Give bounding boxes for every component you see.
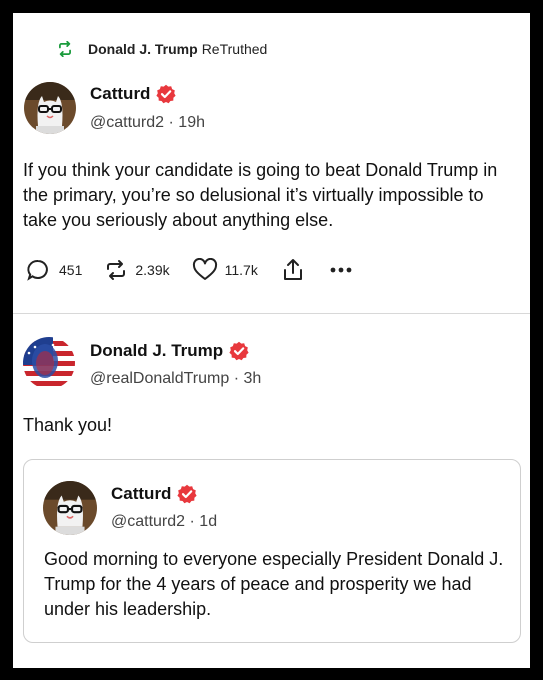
like-button[interactable]: 11.7k [192, 258, 258, 282]
cat-avatar-icon [43, 481, 97, 535]
post2-handle[interactable]: @realDonaldTrump [90, 370, 229, 387]
post2-author[interactable]: Donald J. Trump [90, 341, 249, 361]
post2-name[interactable]: Donald J. Trump [90, 341, 223, 361]
quote-handle[interactable]: @catturd2 [111, 513, 185, 530]
retruth-action: ReTruthed [201, 41, 268, 57]
post1-meta: @catturd2 · 19h [90, 114, 205, 132]
post1-time[interactable]: 19h [178, 114, 205, 131]
verified-badge-icon [156, 84, 177, 104]
retruth-icon [107, 260, 126, 280]
quote-name[interactable]: Catturd [111, 484, 171, 504]
reply-button[interactable]: 451 [26, 258, 82, 282]
post1-sep: · [168, 114, 174, 131]
retruth-banner: Donald J. Trump ReTruthed [56, 39, 267, 59]
quote-time[interactable]: 1d [199, 513, 217, 530]
post2-sep: · [233, 370, 240, 387]
cat-avatar-icon [24, 82, 76, 134]
quote-sep: · [189, 513, 195, 530]
post2-time[interactable]: 3h [244, 370, 262, 387]
quote-meta: @catturd2 · 1d [111, 513, 217, 531]
flag-portrait-avatar-icon [23, 337, 75, 389]
post1-text: If you think your candidate is going to … [23, 160, 498, 230]
share-button[interactable] [282, 257, 304, 283]
quote-text: Good morning to everyone especially Pres… [44, 549, 504, 619]
share-icon [283, 259, 302, 280]
post2-meta: @realDonaldTrump · 3h [90, 370, 261, 388]
verified-badge-icon [229, 341, 249, 361]
screenshot-frame: Donald J. Trump ReTruthed Catturd @cattu… [13, 13, 530, 668]
quote-author[interactable]: Catturd [111, 484, 198, 504]
retruth-button[interactable]: 2.39k [104, 258, 170, 282]
quote-avatar-catturd[interactable] [43, 481, 97, 535]
quoted-post[interactable]: Catturd @catturd2 · 1d Good morning to e… [23, 459, 521, 643]
retruth-count: 2.39k [135, 262, 170, 278]
avatar-trump[interactable] [23, 337, 75, 389]
post1-name[interactable]: Catturd [90, 84, 150, 104]
post1-actions: 451 2.39k 11.7k [26, 257, 352, 283]
more-button[interactable] [330, 267, 352, 273]
verified-badge-icon [177, 484, 198, 504]
like-icon [192, 258, 217, 280]
post-divider [13, 313, 530, 314]
avatar-catturd[interactable] [24, 82, 76, 134]
retruth-icon [59, 41, 71, 57]
post1-author[interactable]: Catturd [90, 84, 177, 104]
post1-handle[interactable]: @catturd2 [90, 114, 164, 131]
like-count: 11.7k [224, 262, 258, 278]
reply-icon [27, 260, 48, 281]
reply-count: 451 [59, 262, 83, 278]
more-icon [330, 267, 352, 273]
retruth-user[interactable]: Donald J. Trump [88, 41, 198, 57]
post2-text: Thank you! [23, 415, 113, 435]
